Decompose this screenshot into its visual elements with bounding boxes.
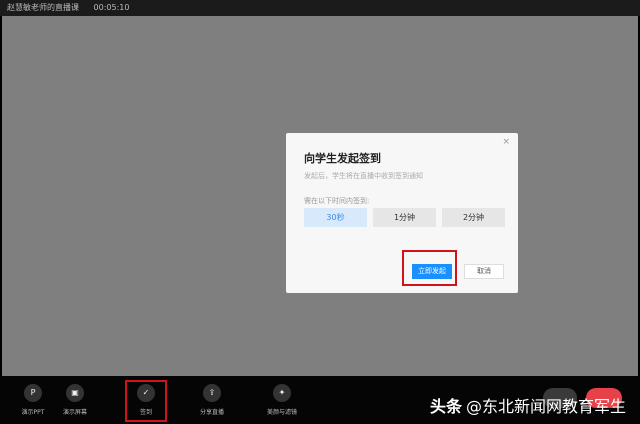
- watermark-handle: @东北新闻网教育军生: [466, 397, 627, 416]
- tool-label: 演示PPT: [21, 409, 45, 416]
- beauty-filter-button[interactable]: ✦ 美颜与滤镜: [262, 384, 302, 416]
- tool-label: 演示屏幕: [62, 409, 87, 416]
- class-title: 赵慧敏老师的直播课: [7, 3, 79, 12]
- duration-label: 需在以下时间内签到:: [304, 197, 370, 205]
- cancel-button[interactable]: 取消: [464, 264, 504, 279]
- watermark-brand: 头条: [430, 397, 463, 416]
- present-ppt-button[interactable]: P 演示PPT: [13, 384, 53, 416]
- share-icon: ⇪: [203, 384, 221, 402]
- tool-label: 美颜与滤镜: [266, 409, 297, 416]
- watermark: 头条 @东北新闻网教育军生: [430, 393, 626, 417]
- sparkle-icon: ✦: [273, 384, 291, 402]
- live-timer: 00:05:10: [93, 3, 130, 12]
- duration-option-30s[interactable]: 30秒: [304, 208, 367, 227]
- dialog-title: 向学生发起签到: [304, 152, 381, 165]
- highlight-box: [402, 250, 457, 286]
- title-bar: 赵慧敏老师的直播课 00:05:10: [0, 0, 640, 16]
- close-icon[interactable]: ×: [502, 137, 510, 147]
- present-screen-button[interactable]: ▣ 演示屏幕: [55, 384, 95, 416]
- duration-option-1min[interactable]: 1分钟: [373, 208, 436, 227]
- ppt-icon: P: [24, 384, 42, 402]
- duration-option-2min[interactable]: 2分钟: [442, 208, 505, 227]
- highlight-box: [125, 380, 167, 422]
- screen-icon: ▣: [66, 384, 84, 402]
- share-live-button[interactable]: ⇪ 分享直播: [192, 384, 232, 416]
- tool-label: 分享直播: [199, 409, 224, 416]
- dialog-subtitle: 发起后，学生将在直播中收到签到通知: [304, 172, 423, 180]
